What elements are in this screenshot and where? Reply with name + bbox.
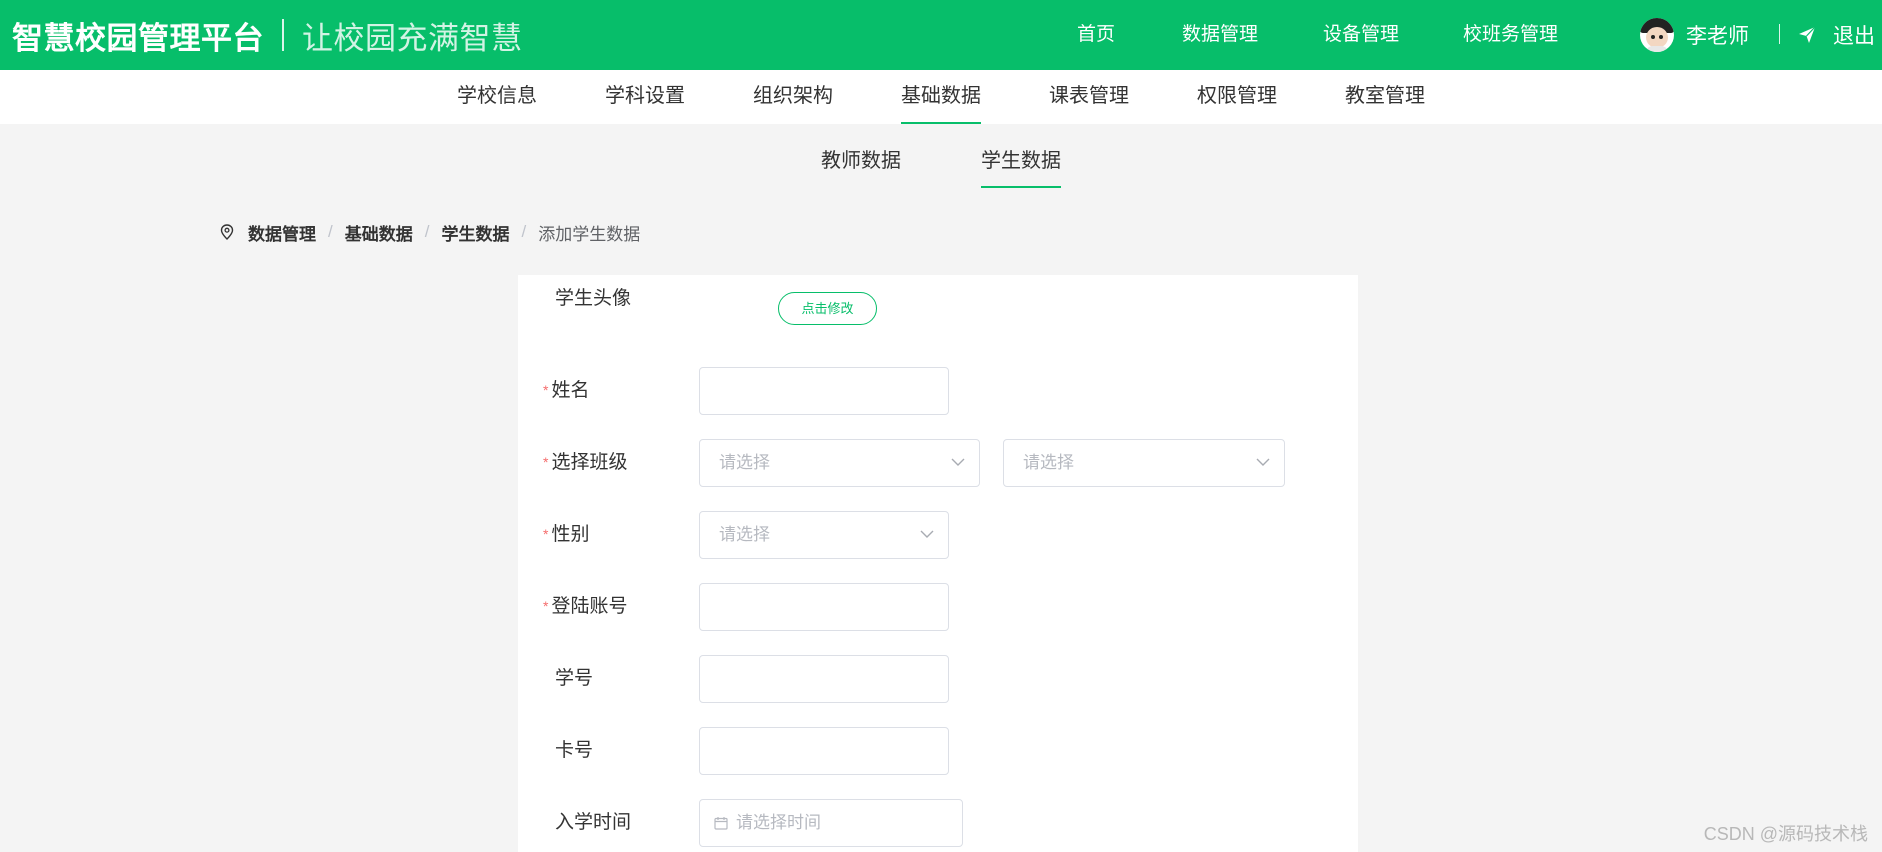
secondary-nav: 学校信息 学科设置 组织架构 基础数据 课表管理 权限管理 教室管理: [0, 70, 1882, 124]
location-pin-icon: [220, 224, 234, 240]
card-no-label: 卡号: [555, 740, 594, 761]
required-mark: *: [543, 382, 549, 398]
avatar-label: 学生头像: [555, 288, 632, 309]
topnav-data-management[interactable]: 数据管理: [1182, 0, 1258, 70]
topnav-device-management[interactable]: 设备管理: [1323, 0, 1399, 70]
breadcrumb-separator: /: [424, 222, 430, 241]
gender-select[interactable]: 请选择: [699, 511, 949, 559]
required-mark: *: [543, 598, 549, 614]
student-no-input[interactable]: [699, 655, 949, 703]
enroll-date-label: 入学时间: [555, 812, 632, 833]
class-label-text: 选择班级: [551, 452, 628, 473]
name-label: * 姓名: [543, 367, 589, 415]
gender-select-placeholder: 请选择: [719, 525, 770, 544]
required-mark: *: [543, 454, 549, 470]
breadcrumb-student-data[interactable]: 学生数据: [441, 220, 509, 245]
breadcrumb-basic-data[interactable]: 基础数据: [345, 220, 413, 245]
gender-label-text: 性别: [551, 524, 590, 545]
subnav-classrooms[interactable]: 教室管理: [1345, 70, 1425, 124]
user-menu[interactable]: 李老师: [1640, 14, 1749, 56]
enroll-date-placeholder: 请选择时间: [736, 813, 821, 832]
card-no-input[interactable]: [699, 727, 949, 775]
breadcrumb-separator: /: [521, 222, 527, 241]
calendar-icon: [714, 817, 728, 830]
student-no-label: 学号: [555, 668, 594, 689]
app-title: 智慧校园管理平台: [12, 20, 264, 56]
breadcrumb-current: 添加学生数据: [538, 224, 641, 244]
name-input[interactable]: [699, 367, 949, 415]
brand: 智慧校园管理平台 让校园充满智慧: [12, 14, 523, 56]
paper-plane-icon: [1799, 26, 1816, 43]
account-label-text: 登陆账号: [551, 596, 628, 617]
enroll-date-picker[interactable]: 请选择时间: [699, 799, 963, 847]
watermark: CSDN @源码技术栈: [1703, 824, 1868, 844]
gender-label: * 性别: [543, 511, 589, 559]
chevron-down-icon: [920, 530, 934, 538]
subnav-organization[interactable]: 组织架构: [753, 70, 833, 124]
class-select-placeholder: 请选择: [1023, 453, 1074, 472]
breadcrumb-data-management[interactable]: 数据管理: [248, 220, 316, 245]
logout-label: 退出: [1833, 25, 1875, 48]
student-form: 学生头像 点击修改 * 姓名 * 选择班级 请选择 请选择 * 性别 请选择 * 登陆账…: [518, 275, 1358, 852]
logout-button[interactable]: 退出: [1798, 14, 1875, 56]
brand-divider: [282, 19, 284, 51]
subnav-permissions[interactable]: 权限管理: [1197, 70, 1277, 124]
subnav-basic-data[interactable]: 基础数据: [901, 70, 981, 124]
top-header: 智慧校园管理平台 让校园充满智慧 首页 数据管理 设备管理 校班务管理 李老师 …: [0, 0, 1882, 70]
change-avatar-button[interactable]: 点击修改: [778, 292, 877, 325]
grade-select-placeholder: 请选择: [719, 453, 770, 472]
breadcrumb: 数据管理 / 基础数据 / 学生数据 / 添加学生数据: [220, 218, 640, 246]
user-name: 李老师: [1686, 25, 1749, 48]
app-slogan: 让校园充满智慧: [302, 20, 523, 56]
name-label-text: 姓名: [551, 380, 590, 401]
tab-student-data[interactable]: 学生数据: [981, 146, 1061, 188]
class-select[interactable]: 请选择: [1003, 439, 1285, 487]
subnav-subject-settings[interactable]: 学科设置: [605, 70, 685, 124]
avatar: [1640, 18, 1674, 52]
subnav-timetable[interactable]: 课表管理: [1049, 70, 1129, 124]
class-label: * 选择班级: [543, 439, 627, 487]
topnav-class-affairs[interactable]: 校班务管理: [1463, 0, 1558, 70]
account-label: * 登陆账号: [543, 583, 627, 631]
topnav-home[interactable]: 首页: [1077, 0, 1115, 70]
breadcrumb-separator: /: [328, 222, 333, 241]
subnav-school-info[interactable]: 学校信息: [457, 70, 537, 124]
required-mark: *: [543, 526, 549, 542]
grade-select[interactable]: 请选择: [699, 439, 980, 487]
header-divider: [1779, 24, 1780, 44]
chevron-down-icon: [1256, 458, 1270, 466]
chevron-down-icon: [951, 458, 965, 466]
account-input[interactable]: [699, 583, 949, 631]
tab-teacher-data[interactable]: 教师数据: [821, 146, 901, 188]
